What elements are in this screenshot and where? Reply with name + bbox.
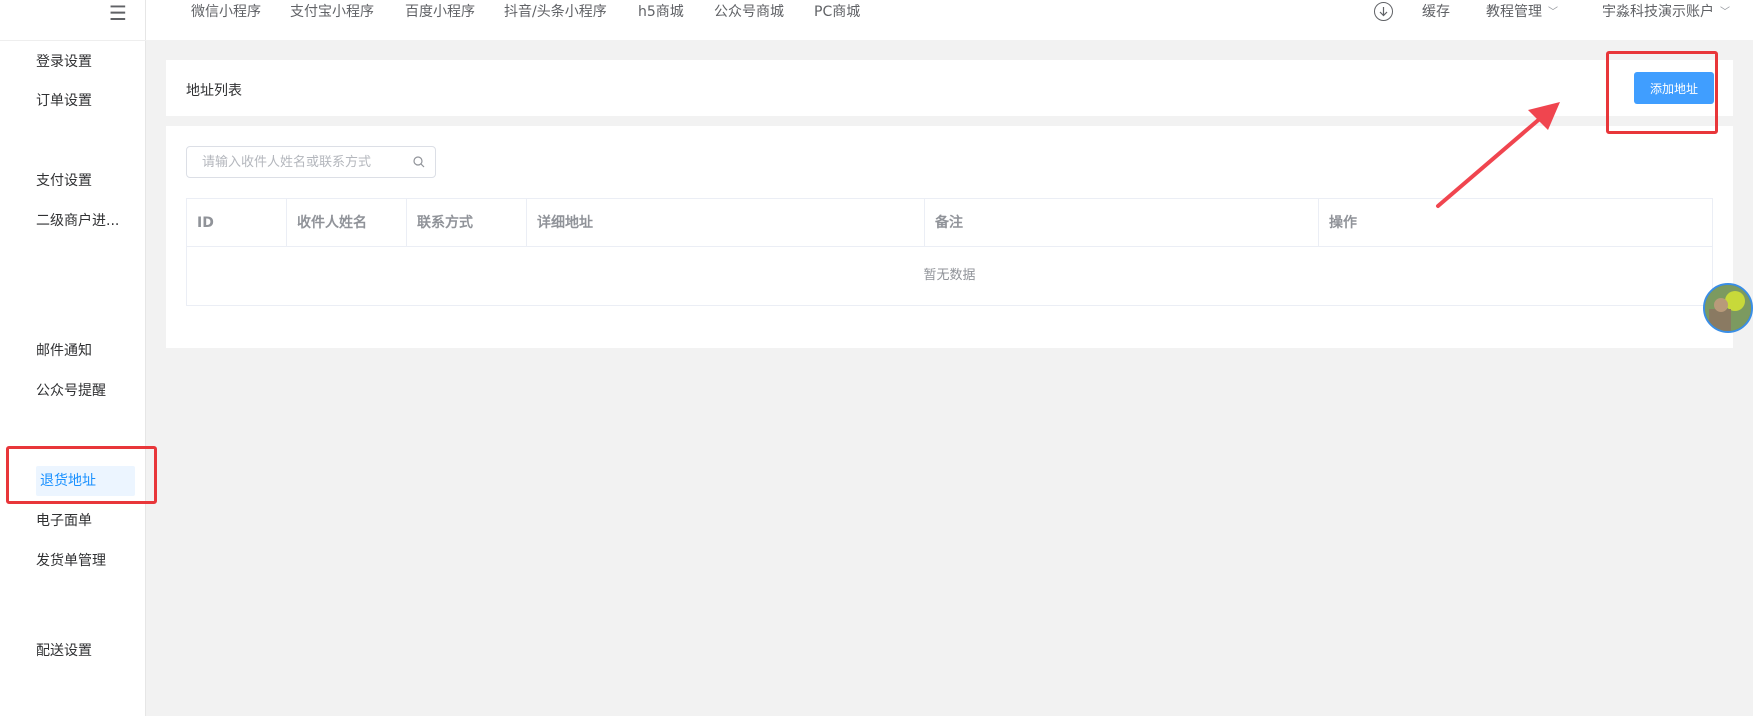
tab-wechat-mall[interactable]: 公众号商城 <box>714 0 784 24</box>
account-name: 宇淼科技演示账户 <box>1602 4 1714 20</box>
sidebar-item-e-waybill[interactable]: 电子面单 <box>36 506 136 536</box>
sidebar-item-invoice-management[interactable]: 发货单管理 <box>36 546 136 576</box>
tutorial-menu[interactable]: 教程管理 ﹀ <box>1486 0 1558 24</box>
tab-wechat-miniprogram[interactable]: 微信小程序 <box>191 0 261 24</box>
empty-state-text: 暂无数据 <box>923 268 976 283</box>
sidebar-divider <box>0 40 146 41</box>
cache-button[interactable]: 缓存 <box>1422 0 1450 24</box>
sidebar-item-order-settings[interactable]: 订单设置 <box>36 86 136 116</box>
sidebar-item-email-notify[interactable]: 邮件通知 <box>36 336 136 366</box>
menu-collapse-icon[interactable]: ☰ <box>107 2 129 24</box>
search-icon[interactable] <box>413 156 425 168</box>
sidebar: ☰ 登录设置 订单设置 支付设置 二级商户进... 邮件通知 公众号提醒 退货地… <box>0 0 146 716</box>
column-header-recipient-name: 收件人姓名 <box>287 199 407 247</box>
tab-douyin-miniprogram[interactable]: 抖音/头条小程序 <box>504 0 607 24</box>
search-box <box>186 146 436 178</box>
sidebar-item-login-settings[interactable]: 登录设置 <box>36 47 136 77</box>
avatar[interactable] <box>1703 283 1753 333</box>
account-menu[interactable]: 宇淼科技演示账户 ﹀ <box>1602 0 1730 24</box>
annotation-arrow <box>1436 102 1560 208</box>
sidebar-item-sub-merchant[interactable]: 二级商户进... <box>36 206 136 236</box>
chevron-down-icon: ﹀ <box>1548 7 1558 18</box>
column-header-remark: 备注 <box>925 199 1319 247</box>
tutorial-menu-label: 教程管理 <box>1486 4 1542 20</box>
tab-h5-mall[interactable]: h5商城 <box>638 0 684 24</box>
download-icon[interactable] <box>1374 2 1393 21</box>
column-header-contact: 联系方式 <box>407 199 527 247</box>
sidebar-item-wechat-reminder[interactable]: 公众号提醒 <box>36 376 136 406</box>
column-header-detailed-address: 详细地址 <box>527 199 925 247</box>
page-title: 地址列表 <box>186 83 242 99</box>
column-header-id: ID <box>187 199 287 247</box>
annotation-highlight-box <box>1606 51 1718 134</box>
tab-pc-mall[interactable]: PC商城 <box>814 0 860 24</box>
tab-baidu-miniprogram[interactable]: 百度小程序 <box>405 0 475 24</box>
sidebar-item-payment-settings[interactable]: 支付设置 <box>36 166 136 196</box>
top-navigation: 微信小程序 支付宝小程序 百度小程序 抖音/头条小程序 h5商城 公众号商城 P… <box>146 0 1753 40</box>
chevron-down-icon: ﹀ <box>1720 7 1730 18</box>
search-input[interactable] <box>187 147 407 177</box>
annotation-highlight-box <box>6 446 157 504</box>
sidebar-item-delivery-settings[interactable]: 配送设置 <box>36 636 136 666</box>
tab-alipay-miniprogram[interactable]: 支付宝小程序 <box>290 0 374 24</box>
